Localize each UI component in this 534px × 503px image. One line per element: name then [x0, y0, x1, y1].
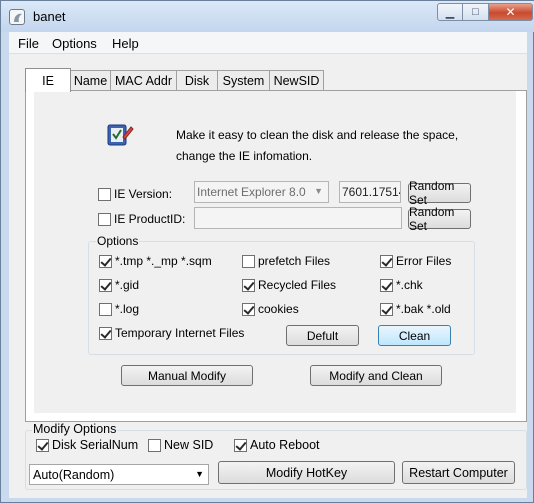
app-window: banet ▁ □ ✕ File Options Help IE Name MA…	[0, 0, 534, 503]
option-label: Recycled Files	[258, 278, 337, 292]
clipboard-check-icon	[106, 121, 134, 147]
tab-control: IE Name MAC Addr Disk System NewSID Make…	[25, 60, 527, 422]
mode-value: Auto(Random)	[33, 467, 115, 482]
maximize-icon: □	[472, 6, 479, 18]
close-button[interactable]: ✕	[489, 3, 533, 21]
ie-tab-panel: Make it easy to clean the disk and relea…	[25, 90, 527, 422]
option-label: prefetch Files	[258, 254, 331, 268]
intro-text-line1: Make it easy to clean the disk and relea…	[176, 128, 459, 142]
tab-ie[interactable]: IE	[25, 68, 71, 92]
chevron-down-icon: ▼	[314, 186, 323, 196]
option-label: *.bak *.old	[396, 302, 451, 316]
restart-computer-button[interactable]: Restart Computer	[402, 461, 515, 484]
chevron-down-icon: ▼	[195, 469, 204, 479]
ie-version-label: IE Version:	[114, 187, 173, 201]
disk-serialnum-checkbox[interactable]	[36, 439, 49, 452]
options-title: Options	[96, 234, 140, 248]
option-checkbox[interactable]	[380, 279, 393, 292]
option-checkbox[interactable]	[242, 303, 255, 316]
ie-productid-checkbox[interactable]	[98, 213, 111, 226]
option-label: *.chk	[396, 278, 423, 292]
clean-button[interactable]: Clean	[378, 325, 451, 346]
new-sid-label: New SID	[164, 438, 214, 452]
ie-version-checkbox[interactable]	[98, 188, 111, 201]
disk-serialnum-label: Disk SerialNum	[52, 438, 139, 452]
menu-bar: File Options Help	[9, 32, 527, 54]
random-set-button[interactable]: Random Set	[408, 179, 471, 207]
option-label: *.tmp *._mp *.sqm	[115, 254, 212, 268]
app-icon	[9, 9, 25, 25]
title-bar[interactable]: banet ▁ □ ✕	[1, 1, 534, 32]
option-label: *.gid	[115, 278, 140, 292]
option-checkbox[interactable]	[380, 255, 393, 268]
modify-and-clean-button[interactable]: Modify and Clean	[310, 365, 442, 386]
manual-modify-button[interactable]: Manual Modify	[121, 365, 253, 386]
tab-name[interactable]: Name	[70, 70, 111, 90]
menu-options[interactable]: Options	[52, 36, 97, 51]
maximize-button[interactable]: □	[463, 3, 489, 21]
tab-disk[interactable]: Disk	[176, 70, 218, 90]
menu-help[interactable]: Help	[112, 36, 139, 51]
modify-options-title: Modify Options	[32, 422, 118, 436]
intro-text-line2: change the IE infomation.	[176, 149, 313, 163]
minimize-icon: ▁	[445, 6, 455, 19]
ie-build-value: 7601.17514	[342, 185, 401, 199]
option-checkbox[interactable]	[99, 303, 112, 316]
random-set-2-button[interactable]: Random Set	[408, 205, 471, 233]
modify-hotkey-button[interactable]: Modify HotKey	[218, 461, 395, 484]
tab-newsid[interactable]: NewSID	[269, 70, 324, 90]
option-label: *.log	[115, 302, 140, 316]
option-checkbox[interactable]	[99, 327, 112, 340]
option-label: Temporary Internet Files	[115, 326, 245, 340]
minimize-button[interactable]: ▁	[437, 3, 463, 21]
auto-reboot-checkbox[interactable]	[234, 439, 247, 452]
ie-productid-field[interactable]	[194, 207, 402, 229]
default-button[interactable]: Defult	[286, 325, 359, 346]
new-sid-checkbox[interactable]	[148, 439, 161, 452]
ie-productid-label: IE ProductID:	[114, 212, 186, 226]
option-checkbox[interactable]	[99, 255, 112, 268]
auto-reboot-label: Auto Reboot	[250, 438, 320, 452]
tab-mac-addr[interactable]: MAC Addr	[110, 70, 177, 90]
menu-file[interactable]: File	[18, 36, 39, 51]
ie-version-value: Internet Explorer 8.0	[197, 185, 306, 199]
tab-system[interactable]: System	[217, 70, 270, 90]
ie-build-field[interactable]: 7601.17514	[339, 181, 401, 203]
option-checkbox[interactable]	[242, 255, 255, 268]
ie-version-select[interactable]: Internet Explorer 8.0 ▼	[194, 181, 329, 203]
option-checkbox[interactable]	[242, 279, 255, 292]
mode-select[interactable]: Auto(Random) ▼	[29, 464, 209, 485]
window-title: banet	[33, 9, 66, 24]
option-checkbox[interactable]	[380, 303, 393, 316]
close-icon: ✕	[505, 5, 516, 19]
window-controls: ▁ □ ✕	[437, 3, 533, 21]
option-label: cookies	[258, 302, 299, 316]
client-area: File Options Help IE Name MAC Addr Disk …	[9, 32, 527, 498]
option-checkbox[interactable]	[99, 279, 112, 292]
ie-panel-body: Make it easy to clean the disk and relea…	[34, 91, 516, 413]
option-label: Error Files	[396, 254, 452, 268]
